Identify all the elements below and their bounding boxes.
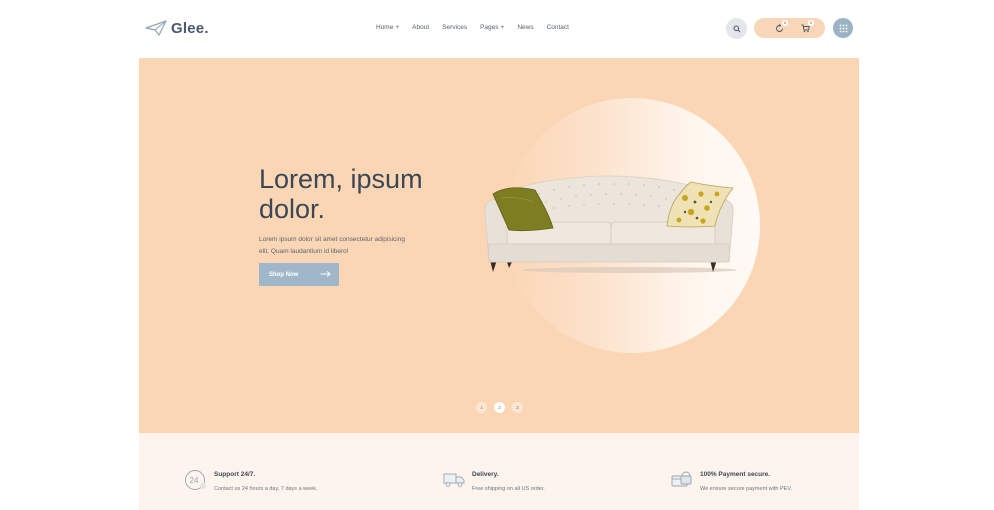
nav-item-pages[interactable]: Pages + bbox=[480, 24, 504, 31]
feature-delivery: Delivery. Free shipping on all US order. bbox=[442, 469, 545, 492]
arrow-right-icon bbox=[320, 271, 331, 277]
slider-dot-2[interactable]: 2 bbox=[494, 402, 505, 413]
nav-item-expand: + bbox=[500, 24, 505, 31]
search-icon bbox=[733, 25, 741, 33]
menu-grid-button[interactable] bbox=[833, 18, 853, 38]
nav-item-label: News bbox=[517, 24, 534, 31]
support-24-icon: 24 bbox=[185, 470, 206, 490]
features-bar: 24 Support 24/7. Contact us 24 hours a d… bbox=[139, 433, 859, 510]
nav-item-services[interactable]: Services bbox=[442, 24, 467, 31]
nav-item-label: Home bbox=[376, 24, 394, 31]
feature-description: Contact us 24 hours a day, 7 days a week… bbox=[214, 486, 318, 492]
nav-item-label: Contact bbox=[546, 24, 569, 31]
svg-text:24: 24 bbox=[190, 476, 199, 485]
shop-now-button[interactable]: Shop Now bbox=[259, 263, 339, 286]
feature-support: 24 Support 24/7. Contact us 24 hours a d… bbox=[184, 469, 318, 492]
feature-description: Free shipping on all US order. bbox=[472, 486, 545, 492]
sofa-image bbox=[484, 175, 737, 273]
hero-title: Lorem, ipsum dolor. bbox=[259, 164, 423, 224]
nav-item-home[interactable]: Home + bbox=[376, 24, 399, 31]
nav-item-about[interactable]: About bbox=[412, 24, 429, 31]
logo[interactable]: Glee. bbox=[145, 19, 209, 37]
slider-dot-1[interactable]: 1 bbox=[476, 402, 487, 413]
hero-slider: Lorem, ipsum dolor. Lorem ipsum dolor si… bbox=[139, 58, 859, 433]
wishlist-button[interactable]: 0 bbox=[773, 20, 788, 34]
nav-item-expand: + bbox=[395, 24, 400, 31]
site-header: Glee. Home + About Services Pages + News… bbox=[0, 0, 994, 58]
secure-payment-icon bbox=[671, 471, 692, 487]
slider-dot-3[interactable]: 3 bbox=[512, 402, 523, 413]
feature-payment: 100% Payment secure. We ensure secure pa… bbox=[670, 469, 792, 492]
grid-icon bbox=[839, 24, 847, 32]
main-nav: Home + About Services Pages + News Conta… bbox=[376, 24, 582, 31]
hero-description: Lorem ipsum dolor sit amet consectetur a… bbox=[259, 236, 405, 255]
shop-now-label: Shop Now bbox=[269, 271, 299, 278]
feature-title: Delivery. bbox=[472, 471, 499, 478]
slider-pagination: 1 2 3 bbox=[476, 402, 523, 413]
cart-button[interactable]: 0 bbox=[799, 20, 814, 34]
cart-count-badge: 0 bbox=[808, 20, 814, 26]
feature-title: 100% Payment secure. bbox=[700, 471, 771, 478]
search-button[interactable] bbox=[726, 18, 747, 39]
wishlist-count-badge: 0 bbox=[782, 20, 788, 26]
nav-item-contact[interactable]: Contact bbox=[547, 24, 569, 31]
paper-plane-icon bbox=[145, 20, 167, 36]
feature-title: Support 24/7. bbox=[214, 471, 256, 478]
delivery-truck-icon bbox=[443, 473, 465, 487]
nav-item-label: Pages bbox=[480, 24, 499, 31]
feature-description: We ensure secure payment with PEV. bbox=[700, 486, 793, 492]
nav-item-label: Services bbox=[442, 24, 468, 31]
brand-name: Glee. bbox=[171, 19, 209, 37]
nav-item-news[interactable]: News bbox=[517, 24, 533, 31]
nav-item-label: About bbox=[412, 24, 430, 31]
wishlist-cart-pill: 0 0 bbox=[754, 18, 825, 38]
